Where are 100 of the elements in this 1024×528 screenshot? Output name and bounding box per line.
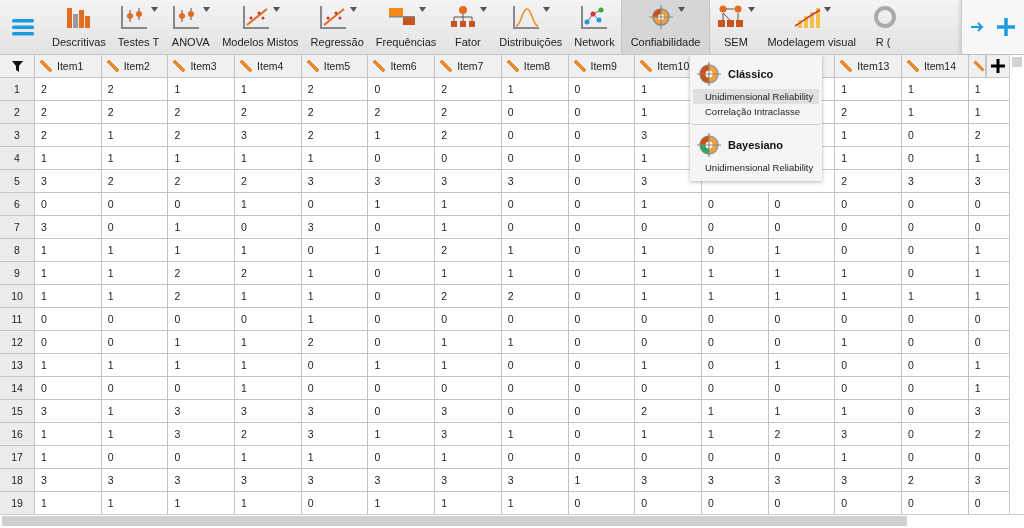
table-cell: 0 xyxy=(568,400,636,423)
table-cell: 0 xyxy=(568,216,636,239)
table-cell: 1 xyxy=(368,354,436,377)
column-header[interactable]: Item2 xyxy=(101,55,169,78)
module-button[interactable]: R ( xyxy=(862,0,905,54)
table-cell: 1 xyxy=(101,423,169,446)
row-number: 12 xyxy=(0,331,35,354)
table-cell: 2 xyxy=(435,78,502,101)
table-cell: 1 xyxy=(101,354,169,377)
module-button[interactable]: ANOVA xyxy=(165,0,217,54)
table-cell: 1 xyxy=(701,285,769,308)
table-cell: 0 xyxy=(701,193,769,216)
table-cell: 0 xyxy=(701,239,769,262)
table-cell: 1 xyxy=(435,446,502,469)
column-header[interactable]: Item9 xyxy=(568,55,636,78)
table-cell: 0 xyxy=(568,308,636,331)
table-cell: 1 xyxy=(901,78,969,101)
column-header[interactable]: Item6 xyxy=(368,55,436,78)
table-cell: 0 xyxy=(635,216,702,239)
table-cell: 0 xyxy=(701,216,769,239)
table-cell: 0 xyxy=(901,216,969,239)
table-cell: 0 xyxy=(635,446,702,469)
table-cell: 3 xyxy=(35,216,102,239)
table-cell: 1 xyxy=(568,469,636,492)
table-cell: 1 xyxy=(35,285,102,308)
table-cell: 1 xyxy=(901,101,969,124)
module-button[interactable]: Network xyxy=(568,0,621,54)
module-button[interactable]: Modelos Mistos xyxy=(216,0,305,54)
table-cell: 2 xyxy=(101,101,169,124)
table-cell: 1 xyxy=(435,193,502,216)
table-cell: 0 xyxy=(701,354,769,377)
table-cell: 3 xyxy=(501,469,569,492)
module-button[interactable]: Confiabilidade xyxy=(620,0,711,54)
table-cell: 2 xyxy=(101,170,169,193)
table-cell: 0 xyxy=(301,193,369,216)
row-number: 4 xyxy=(0,147,35,170)
table-cell: 0 xyxy=(835,193,902,216)
table-cell: 0 xyxy=(501,193,569,216)
menu-item[interactable]: Unidimensional Reliability xyxy=(693,89,819,104)
row-number: 1 xyxy=(0,78,35,101)
row-number: 17 xyxy=(0,446,35,469)
table-cell: 2 xyxy=(501,285,569,308)
table-cell: 2 xyxy=(235,170,302,193)
table-cell: 0 xyxy=(501,308,569,331)
table-cell: 0 xyxy=(901,446,969,469)
column-header[interactable]: Item13 xyxy=(835,55,902,78)
table-cell: 2 xyxy=(301,124,369,147)
table-cell: 1 xyxy=(35,446,102,469)
module-button[interactable]: Regressão xyxy=(304,0,370,54)
table-cell: 0 xyxy=(768,377,836,400)
table-cell: 0 xyxy=(368,446,436,469)
column-header[interactable]: Item3 xyxy=(168,55,236,78)
module-button[interactable]: SEM xyxy=(710,0,762,54)
table-cell: 1 xyxy=(35,239,102,262)
column-header[interactable]: Item7 xyxy=(435,55,502,78)
table-cell: 1 xyxy=(501,423,569,446)
table-cell: 2 xyxy=(368,101,436,124)
table-cell: 1 xyxy=(635,354,702,377)
table-cell: 1 xyxy=(235,354,302,377)
table-cell: 2 xyxy=(235,262,302,285)
table-cell: 0 xyxy=(368,331,436,354)
table-cell: 0 xyxy=(368,377,436,400)
row-number: 5 xyxy=(0,170,35,193)
module-button[interactable]: Fator xyxy=(442,0,494,54)
table-cell: 1 xyxy=(235,193,302,216)
table-cell: 1 xyxy=(168,354,236,377)
table-cell: 1 xyxy=(235,377,302,400)
table-cell: 3 xyxy=(35,400,102,423)
table-cell: 3 xyxy=(235,124,302,147)
module-button[interactable]: Testes T xyxy=(111,0,166,54)
table-cell: 0 xyxy=(101,446,169,469)
row-number: 6 xyxy=(0,193,35,216)
module-button[interactable]: Modelagem visual xyxy=(761,0,863,54)
table-cell: 2 xyxy=(301,331,369,354)
table-cell: 1 xyxy=(368,193,436,216)
table-cell: 0 xyxy=(168,446,236,469)
table-cell: 1 xyxy=(835,147,902,170)
module-button[interactable]: Distribuições xyxy=(493,0,569,54)
table-cell: 0 xyxy=(101,216,169,239)
table-cell: 0 xyxy=(501,354,569,377)
column-header[interactable]: Item1 xyxy=(35,55,102,78)
table-cell: 0 xyxy=(568,193,636,216)
table-cell: 0 xyxy=(568,124,636,147)
table-cell: 1 xyxy=(301,147,369,170)
table-cell: 0 xyxy=(835,239,902,262)
table-cell: 3 xyxy=(168,400,236,423)
module-button[interactable]: Frequências xyxy=(369,0,443,54)
table-cell: 1 xyxy=(235,147,302,170)
table-cell: 0 xyxy=(901,423,969,446)
table-cell: 3 xyxy=(235,400,302,423)
table-cell: 0 xyxy=(435,377,502,400)
module-button[interactable]: Descritivas xyxy=(46,0,112,54)
column-header[interactable]: Item8 xyxy=(501,55,569,78)
table-cell: 1 xyxy=(368,423,436,446)
column-header[interactable]: Item14 xyxy=(901,55,969,78)
row-number: 13 xyxy=(0,354,35,377)
table-cell: 3 xyxy=(435,423,502,446)
column-header[interactable]: Item4 xyxy=(235,55,302,78)
column-header[interactable]: Item5 xyxy=(301,55,369,78)
table-cell: 1 xyxy=(635,193,702,216)
